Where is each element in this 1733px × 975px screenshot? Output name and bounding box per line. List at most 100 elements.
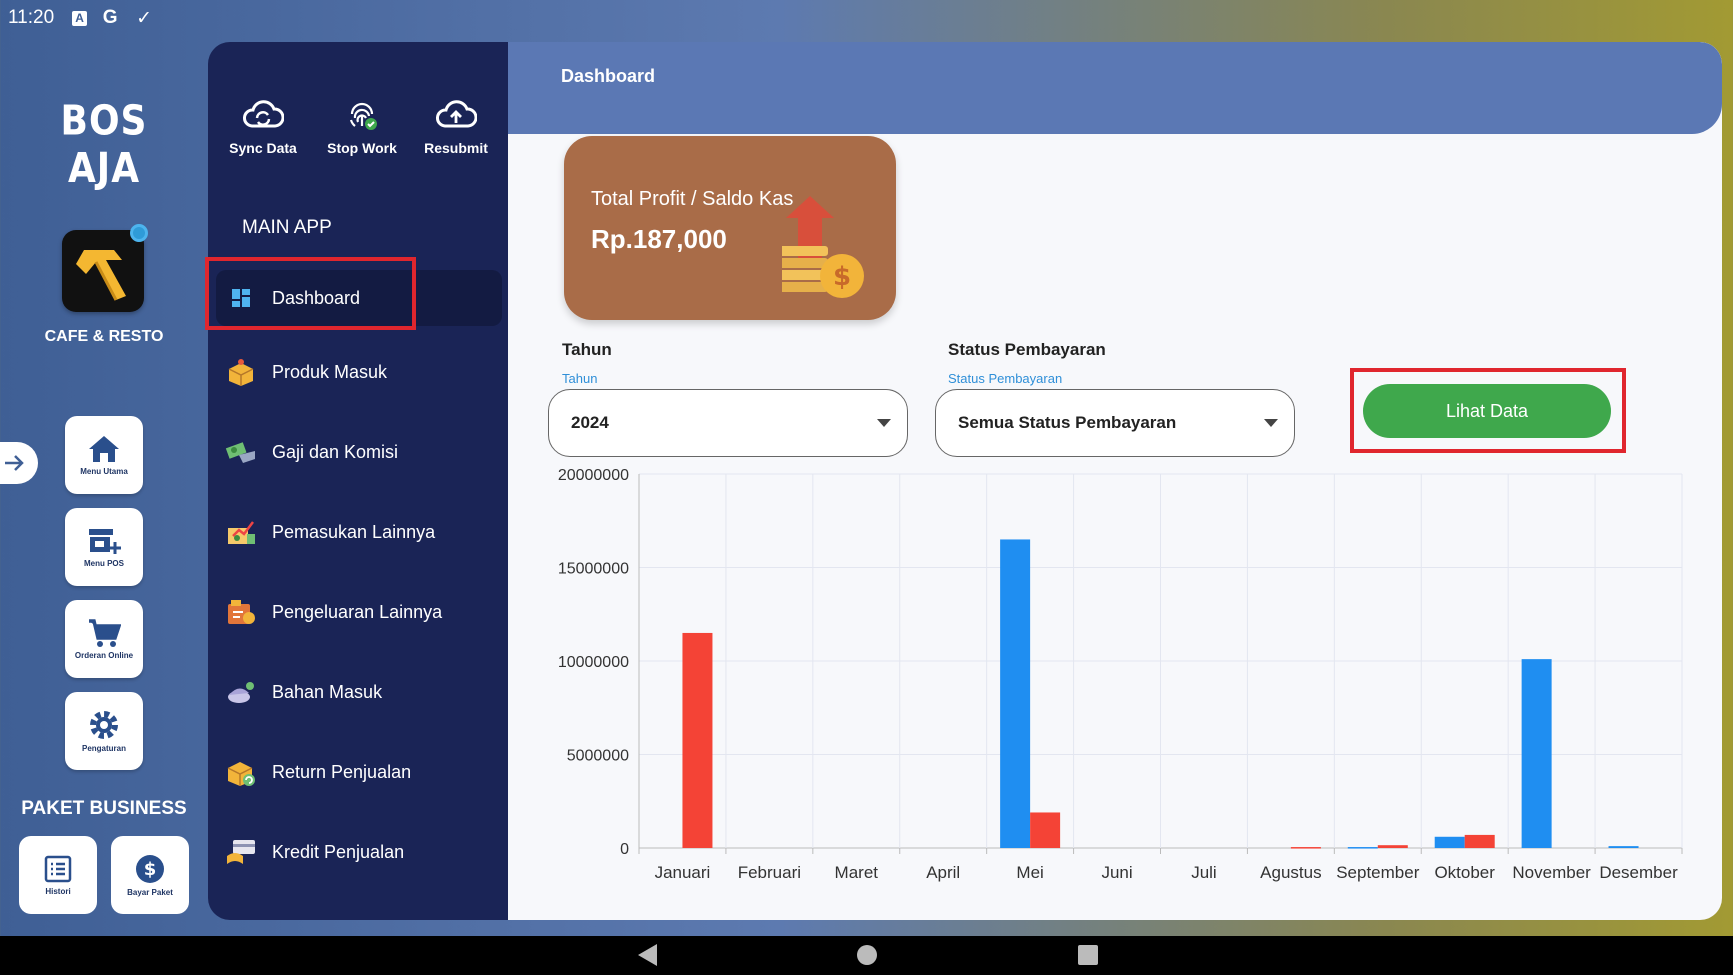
x-tick-label: Oktober	[1434, 863, 1495, 882]
sidebar-item-pengeluaran-lainnya[interactable]: Pengeluaran Lainnya	[208, 584, 508, 640]
paket-title: PAKET BUSINESS	[21, 798, 187, 819]
sidebar-item-return-penjualan[interactable]: Return Penjualan	[208, 744, 508, 800]
y-tick-label: 15000000	[558, 561, 629, 578]
resubmit-button[interactable]: Resubmit	[406, 96, 506, 156]
x-tick-label: April	[926, 863, 960, 882]
box-icon	[224, 355, 258, 389]
stop-work-label: Stop Work	[327, 140, 397, 156]
menu-utama-button[interactable]: Menu Utama	[65, 416, 143, 494]
back-icon[interactable]	[638, 944, 657, 966]
pengaturan-label: Pengaturan	[81, 744, 126, 753]
x-tick-label: Juni	[1101, 863, 1132, 882]
orderan-online-label: Orderan Online	[74, 651, 134, 660]
x-tick-label: Februari	[738, 863, 801, 882]
histori-label: Histori	[45, 887, 71, 896]
y-tick-label: 0	[620, 841, 629, 858]
sidebar-item-label: Return Penjualan	[272, 761, 412, 782]
menu-pos-button[interactable]: Menu POS	[65, 508, 143, 586]
sync-data-button[interactable]: Sync Data	[208, 96, 318, 156]
sidebar-item-label: Pemasukan Lainnya	[272, 521, 436, 542]
home-icon	[89, 436, 119, 462]
nav-buttons	[638, 944, 1098, 966]
sidebar: Sync Data Stop Work Resubmit MAIN APP Da…	[208, 42, 508, 920]
sidebar-item-produk-masuk[interactable]: Produk Masuk	[208, 344, 508, 400]
app-logo: BOS AJA	[60, 97, 148, 193]
histori-button[interactable]: Histori	[19, 836, 97, 914]
chart-bar	[1521, 659, 1552, 848]
pengaturan-button[interactable]: Pengaturan	[65, 692, 143, 770]
orderan-online-button[interactable]: Orderan Online	[65, 600, 143, 678]
status-bar: 11:20 A G ✓	[0, 0, 1733, 36]
x-tick-label: Maret	[835, 863, 879, 882]
sidebar-actions: Sync Data Stop Work Resubmit	[208, 96, 508, 156]
credit-icon	[224, 835, 258, 869]
chart-bar	[1434, 836, 1465, 848]
income-icon	[224, 515, 258, 549]
money-icon	[224, 435, 258, 469]
x-tick-label: Januari	[655, 863, 711, 882]
chart-bar	[1608, 846, 1639, 848]
menu-pos-label: Menu POS	[83, 559, 124, 568]
chart-bar	[1000, 539, 1031, 848]
x-tick-label: Juli	[1191, 863, 1217, 882]
fingerprint-icon	[349, 102, 377, 130]
resubmit-label: Resubmit	[424, 140, 488, 156]
sidebar-item-label: Gaji dan Komisi	[272, 441, 399, 462]
svg-text:$: $	[144, 859, 157, 880]
sidebar-item-label: Kredit Penjualan	[272, 841, 405, 862]
bayar-paket-label: Bayar Paket	[127, 888, 173, 897]
brand-label: CAFE & RESTO	[44, 328, 164, 345]
hammer-logo-icon	[76, 250, 126, 301]
sidebar-item-kredit-penjualan[interactable]: Kredit Penjualan	[208, 824, 508, 880]
check-icon: ✓	[136, 7, 153, 29]
status-time: 11:20	[8, 7, 55, 28]
sidebar-item-gaji-komisi[interactable]: Gaji dan Komisi	[208, 424, 508, 480]
app-avatar[interactable]	[62, 224, 148, 312]
chart-bar	[1290, 847, 1321, 849]
x-tick-label: November	[1512, 863, 1591, 882]
chart-bar	[1030, 812, 1061, 848]
x-tick-label: September	[1336, 863, 1419, 882]
recents-icon[interactable]	[1078, 945, 1098, 965]
google-icon: G	[102, 7, 118, 28]
expand-arrow-button[interactable]	[0, 442, 38, 484]
x-tick-label: Agustus	[1260, 863, 1321, 882]
store-add-icon	[89, 529, 121, 554]
left-rail: BOS AJA CAFE & RESTO Menu Utama Menu POS	[0, 36, 208, 936]
chart-bar	[1347, 847, 1378, 849]
x-tick-label: Desember	[1599, 863, 1678, 882]
android-nav-bar	[0, 936, 1733, 975]
y-tick-label: 20000000	[558, 467, 629, 484]
expense-icon	[224, 595, 258, 629]
list-icon	[44, 855, 72, 883]
main-panel: Dashboard Total Profit / Saldo Kas Rp.18…	[508, 42, 1722, 920]
cloud-sync-icon	[243, 100, 284, 128]
cart-icon	[89, 619, 121, 647]
bar-chart: 0 5000000 10000000 15000000 20000000 Januari F…	[558, 467, 1683, 882]
sidebar-item-pemasukan-lainnya[interactable]: Pemasukan Lainnya	[208, 504, 508, 560]
bayar-paket-button[interactable]: $ Bayar Paket	[111, 836, 189, 914]
return-icon	[224, 755, 258, 789]
sidebar-item-bahan-masuk[interactable]: Bahan Masuk	[208, 664, 508, 720]
menu-utama-label: Menu Utama	[80, 467, 128, 476]
arrow-right-icon	[5, 455, 24, 471]
home-nav-icon[interactable]	[857, 945, 877, 965]
a-icon: A	[72, 10, 88, 26]
y-tick-label: 10000000	[558, 654, 629, 671]
sidebar-item-label: Pengeluaran Lainnya	[272, 601, 443, 622]
highlight-box-dashboard	[205, 257, 416, 330]
x-tick-label: Mei	[1016, 863, 1043, 882]
dollar-icon: $	[136, 855, 164, 883]
y-tick-label: 5000000	[567, 748, 629, 765]
notification-dot	[130, 224, 148, 242]
chart-bar	[1464, 834, 1495, 848]
chart-bar	[1377, 845, 1408, 848]
sync-data-label: Sync Data	[229, 140, 297, 156]
sidebar-item-label: Bahan Masuk	[272, 681, 383, 702]
ingredient-icon	[224, 675, 258, 709]
main-app-title: MAIN APP	[242, 217, 332, 238]
gear-icon	[90, 711, 118, 739]
stop-work-button[interactable]: Stop Work	[318, 96, 406, 156]
cloud-upload-icon	[436, 100, 477, 128]
sidebar-item-label: Produk Masuk	[272, 361, 388, 382]
